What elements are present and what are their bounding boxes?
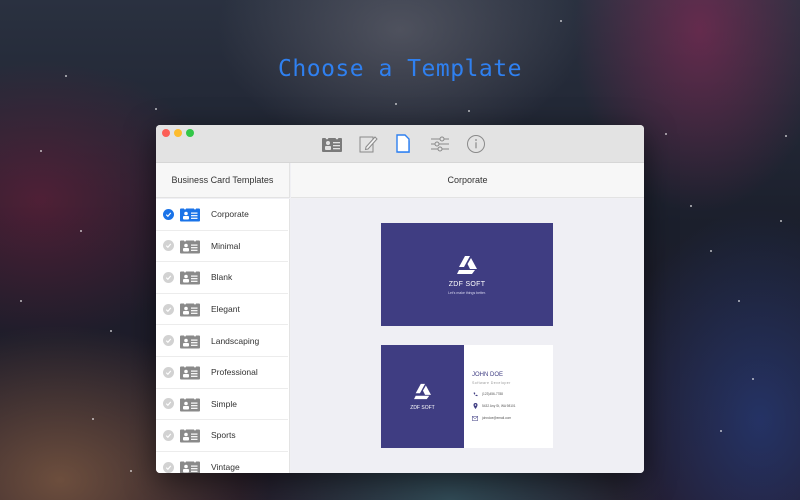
template-item-elegant[interactable]: Elegant: [156, 294, 288, 326]
app-window: Business Card Templates Corporate Corpor…: [156, 125, 644, 473]
template-item-label: Corporate: [211, 209, 249, 220]
unselected-check-icon: [163, 398, 174, 410]
unselected-check-icon: [163, 429, 174, 441]
toolbar-card-button[interactable]: [320, 133, 344, 155]
preview-title: Corporate: [291, 163, 644, 198]
template-item-label: Sports: [211, 430, 236, 441]
unselected-check-icon: [163, 271, 174, 283]
unselected-check-icon: [163, 240, 174, 252]
selected-check-icon: [163, 208, 174, 220]
template-item-professional[interactable]: Professional: [156, 357, 288, 389]
template-item-landscaping[interactable]: Landscaping: [156, 325, 288, 357]
location-pin-icon: [472, 403, 478, 409]
contact-card-icon: [180, 334, 200, 349]
toolbar-info-button[interactable]: [464, 133, 488, 155]
template-item-vintage[interactable]: Vintage: [156, 452, 288, 473]
card-tagline: Let's make things better.: [448, 290, 486, 295]
unselected-check-icon: [163, 303, 174, 315]
card-phone-row: (123)456-7788: [472, 391, 553, 397]
company-logo-icon: [457, 255, 477, 274]
contact-card-icon: [180, 460, 200, 473]
template-item-simple[interactable]: Simple: [156, 389, 288, 421]
card-front-preview[interactable]: ZDF SOFT Let's make things better.: [381, 223, 553, 326]
card-address-row: 5432 Any St, WA 98101: [472, 403, 553, 409]
template-item-label: Minimal: [211, 240, 241, 251]
toolbar: [320, 133, 488, 155]
sidebar-title: Business Card Templates: [156, 163, 290, 198]
card-phone: (123)456-7788: [482, 392, 503, 396]
card-company-name: ZDF SOFT: [448, 280, 486, 288]
toolbar-settings-button[interactable]: [428, 133, 452, 155]
email-icon: [472, 415, 478, 421]
unselected-check-icon: [163, 366, 174, 378]
phone-icon: [472, 391, 478, 397]
contact-card-icon: [180, 239, 200, 254]
maximize-window-button[interactable]: [186, 129, 194, 137]
contact-card-icon: [180, 302, 200, 317]
sliders-icon: [431, 136, 449, 152]
card-back-details: JOHN DOE Software Developer (123)456-778…: [464, 345, 553, 448]
page-headline: Choose a Template: [278, 56, 522, 82]
window-titlebar[interactable]: [156, 125, 644, 163]
template-item-minimal[interactable]: Minimal: [156, 231, 288, 263]
card-back-company-name: ZDF SOFT: [410, 404, 435, 411]
template-item-label: Simple: [211, 398, 237, 409]
template-preview: ZDF SOFT Let's make things better. ZDF S…: [291, 199, 644, 473]
card-address: 5432 Any St, WA 98101: [482, 404, 516, 408]
contact-card-icon: [180, 397, 200, 412]
toolbar-templates-button[interactable]: [392, 133, 416, 155]
template-item-corporate[interactable]: Corporate: [156, 199, 288, 231]
company-logo-icon: [414, 383, 431, 399]
template-item-label: Landscaping: [211, 335, 260, 346]
toolbar-edit-button[interactable]: [356, 133, 380, 155]
template-item-label: Elegant: [211, 304, 240, 315]
template-list: Corporate Minimal Blank Elegant Landscap…: [156, 199, 290, 473]
close-window-button[interactable]: [162, 129, 170, 137]
card-back-brand-panel: ZDF SOFT: [381, 345, 464, 448]
contact-card-icon: [180, 270, 200, 285]
template-item-label: Blank: [211, 272, 233, 283]
minimize-window-button[interactable]: [174, 129, 182, 137]
card-person-name: JOHN DOE: [472, 372, 504, 378]
contact-card-icon: [180, 365, 200, 380]
template-item-sports[interactable]: Sports: [156, 420, 288, 452]
card-job-title: Software Developer: [472, 381, 511, 385]
card-email-row: johndoe@email.com: [472, 415, 553, 421]
template-document-icon: [396, 134, 410, 153]
template-item-blank[interactable]: Blank: [156, 262, 288, 294]
contact-card-icon: [322, 136, 342, 152]
contact-card-icon: [180, 428, 200, 443]
unselected-check-icon: [163, 461, 174, 473]
unselected-check-icon: [163, 335, 174, 347]
info-icon: [467, 135, 485, 153]
template-item-label: Vintage: [211, 462, 240, 473]
edit-icon: [359, 136, 378, 153]
contact-card-icon: [180, 207, 200, 222]
card-back-preview[interactable]: ZDF SOFT JOHN DOE Software Developer (12…: [381, 345, 553, 448]
card-email: johndoe@email.com: [482, 416, 512, 420]
template-item-label: Professional: [211, 367, 258, 378]
